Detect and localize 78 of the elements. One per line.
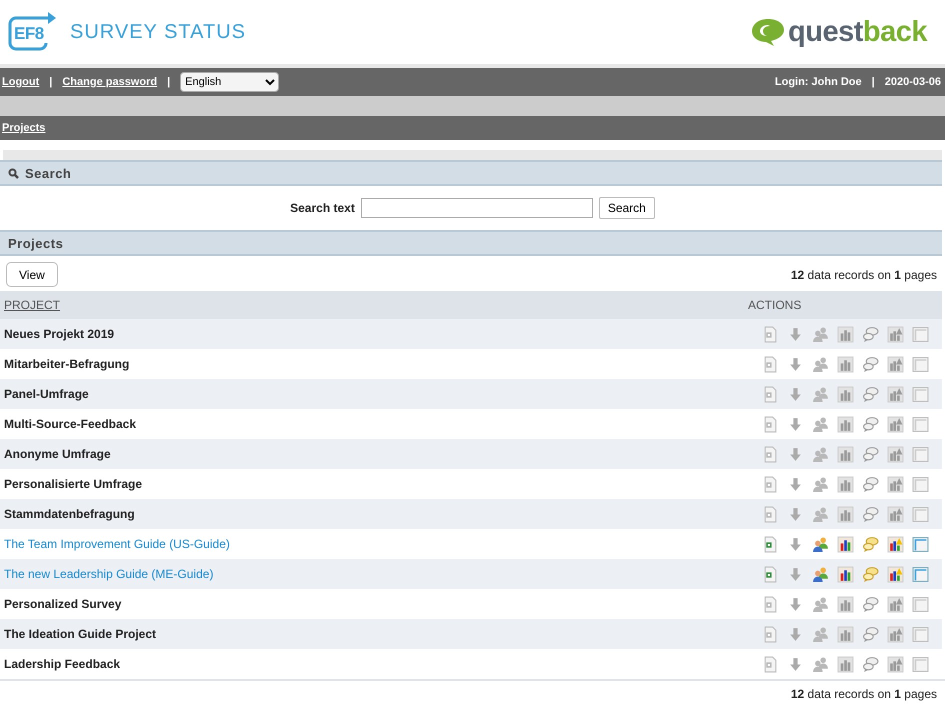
brand-name: questback bbox=[788, 16, 927, 48]
separator: | bbox=[872, 76, 875, 88]
document-icon[interactable] bbox=[762, 626, 779, 642]
search-icon bbox=[8, 168, 19, 178]
window-icon[interactable] bbox=[912, 326, 929, 342]
window-icon[interactable] bbox=[912, 596, 929, 612]
login-name: Login: John Doe bbox=[774, 76, 862, 88]
bar-chart-icon[interactable] bbox=[837, 566, 854, 582]
document-icon[interactable] bbox=[762, 476, 779, 492]
logo-title: SURVEY STATUS bbox=[70, 20, 246, 44]
view-button[interactable]: View bbox=[6, 262, 58, 287]
search-button[interactable]: Search bbox=[598, 197, 655, 219]
column-header-link[interactable]: PROJECT bbox=[4, 298, 60, 312]
document-icon[interactable] bbox=[762, 656, 779, 672]
window-icon[interactable] bbox=[912, 386, 929, 402]
users-icon[interactable] bbox=[812, 566, 829, 582]
speech-bubbles-icon[interactable] bbox=[862, 326, 879, 342]
speech-bubbles-icon[interactable] bbox=[862, 566, 879, 582]
top-link[interactable]: Logout bbox=[2, 76, 40, 88]
section-title: Projects bbox=[8, 236, 64, 250]
speech-bubbles-icon[interactable] bbox=[862, 656, 879, 672]
window-icon[interactable] bbox=[912, 356, 929, 372]
project-name: Personalisierte Umfrage bbox=[4, 477, 142, 491]
section-title: Search bbox=[25, 166, 72, 180]
window-icon[interactable] bbox=[912, 446, 929, 462]
speech-bubbles-icon[interactable] bbox=[862, 626, 879, 642]
speech-bubbles-icon[interactable] bbox=[862, 596, 879, 612]
document-icon[interactable] bbox=[762, 596, 779, 612]
record-count: 12 data records on 1 pages bbox=[790, 268, 937, 282]
current-date: 2020-03-06 bbox=[884, 76, 941, 88]
speech-bubbles-icon[interactable] bbox=[862, 536, 879, 552]
speech-bubbles-icon[interactable] bbox=[862, 386, 879, 402]
window-icon[interactable] bbox=[912, 506, 929, 522]
document-icon[interactable] bbox=[762, 506, 779, 522]
window-icon[interactable] bbox=[912, 566, 929, 582]
document-icon[interactable] bbox=[762, 386, 779, 402]
speech-bubbles-icon[interactable] bbox=[862, 476, 879, 492]
speech-bubbles-icon[interactable] bbox=[862, 416, 879, 432]
speech-bubbles-icon[interactable] bbox=[862, 356, 879, 372]
bar-chart-icon[interactable] bbox=[837, 536, 854, 552]
project-name: Stammdatenbefragung bbox=[4, 507, 135, 521]
project-name: Anonyme Umfrage bbox=[4, 447, 111, 461]
language-select[interactable]: English bbox=[180, 72, 280, 92]
separator: | bbox=[167, 76, 170, 88]
project-name: Ladership Feedback bbox=[4, 657, 120, 671]
breadcrumb-link[interactable]: Projects bbox=[2, 122, 46, 134]
document-icon[interactable] bbox=[762, 446, 779, 462]
window-icon[interactable] bbox=[912, 536, 929, 552]
project-name: The Ideation Guide Project bbox=[4, 627, 156, 641]
document-icon[interactable] bbox=[762, 536, 779, 552]
project-name: Mitarbeiter-Befragung bbox=[4, 357, 130, 371]
document-icon[interactable] bbox=[762, 416, 779, 432]
search-field[interactable] bbox=[360, 198, 593, 218]
speech-swirl-icon bbox=[750, 17, 786, 47]
project-link[interactable]: The new Leadership Guide (ME-Guide) bbox=[4, 567, 214, 581]
separator: | bbox=[49, 76, 52, 88]
chart-warning-icon[interactable] bbox=[887, 536, 904, 552]
speech-bubbles-icon[interactable] bbox=[862, 506, 879, 522]
project-name: Multi-Source-Feedback bbox=[4, 417, 136, 431]
window-icon[interactable] bbox=[912, 476, 929, 492]
document-icon[interactable] bbox=[762, 326, 779, 342]
project-name: Personalized Survey bbox=[4, 597, 122, 611]
search-label: Search text bbox=[290, 201, 355, 215]
speech-bubbles-icon[interactable] bbox=[862, 446, 879, 462]
window-icon[interactable] bbox=[912, 656, 929, 672]
window-icon[interactable] bbox=[912, 416, 929, 432]
top-link[interactable]: Change password bbox=[62, 76, 158, 88]
document-icon[interactable] bbox=[762, 356, 779, 372]
column-header: ACTIONS bbox=[748, 298, 802, 312]
project-name: Panel-Umfrage bbox=[4, 387, 89, 401]
users-icon[interactable] bbox=[812, 536, 829, 552]
project-link[interactable]: The Team Improvement Guide (US-Guide) bbox=[4, 537, 230, 551]
record-count: 12 data records on 1 pages bbox=[790, 687, 937, 701]
window-icon[interactable] bbox=[912, 626, 929, 642]
document-icon[interactable] bbox=[762, 566, 779, 582]
project-name: Neues Projekt 2019 bbox=[4, 327, 114, 341]
logo-text: EF8 bbox=[14, 24, 44, 44]
chart-warning-icon[interactable] bbox=[887, 566, 904, 582]
